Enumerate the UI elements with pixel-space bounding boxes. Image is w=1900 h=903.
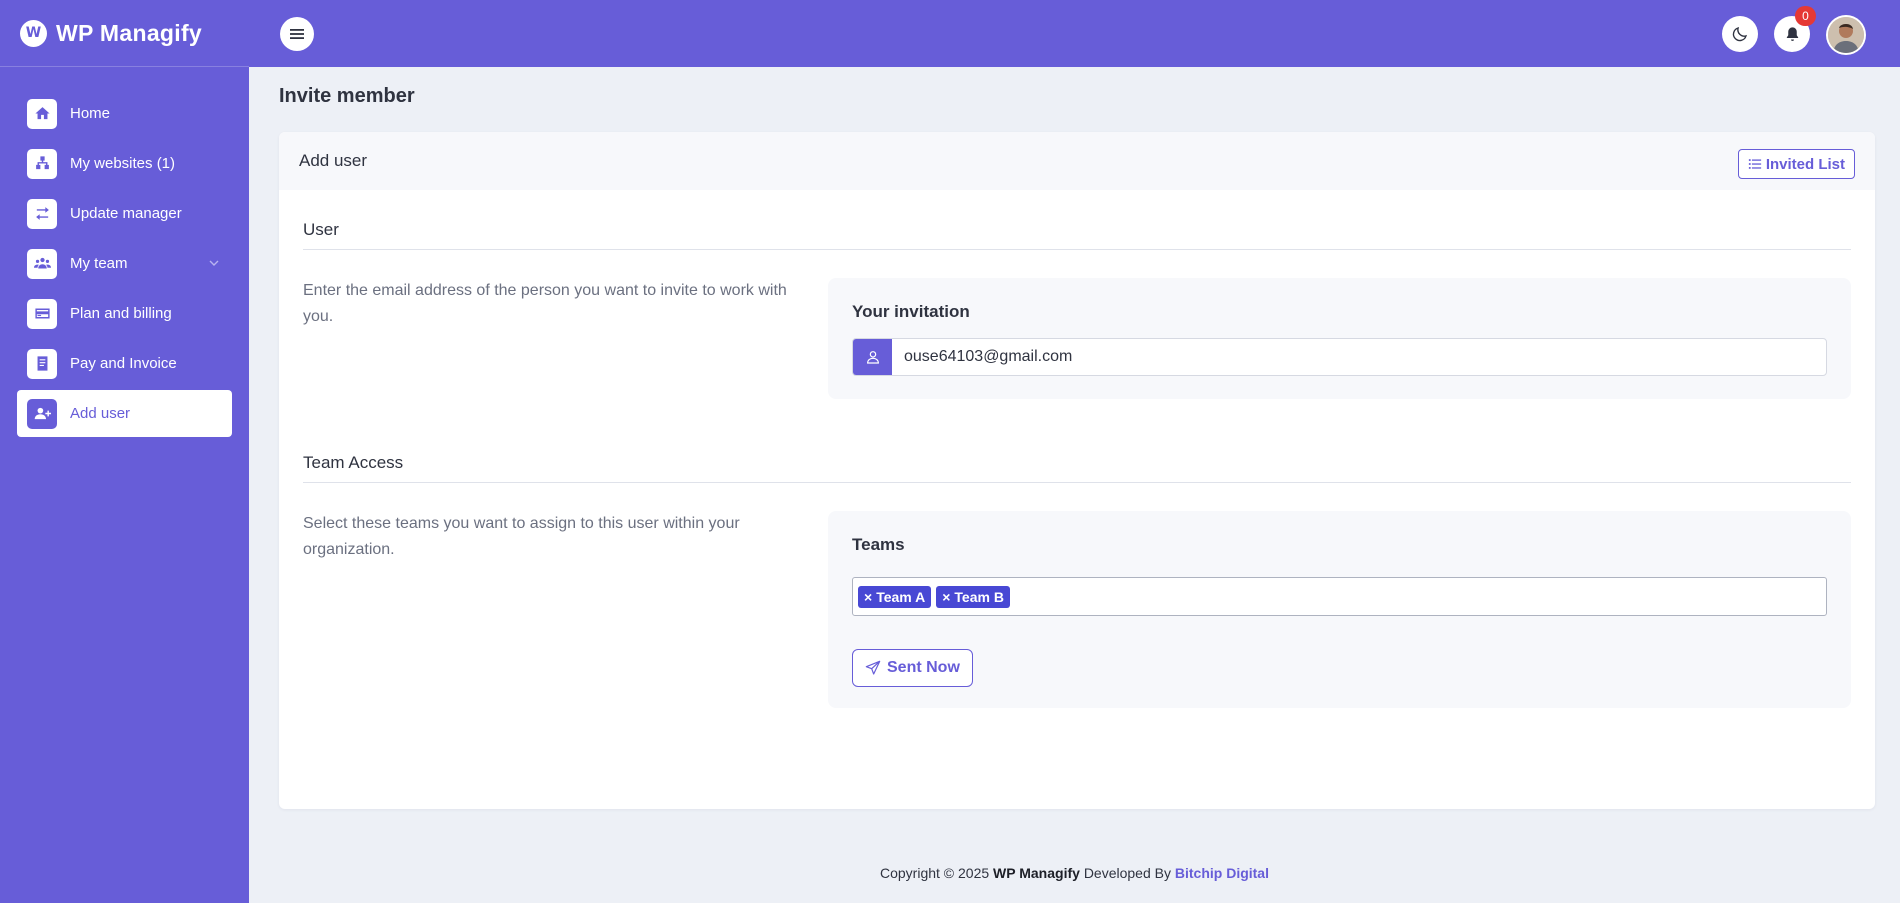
sidebar-item-my-team[interactable]: My team — [17, 240, 232, 287]
footer: Copyright © 2025 WP Managify Developed B… — [249, 865, 1900, 881]
teams-multiselect[interactable]: × Team A × Team B — [852, 577, 1827, 616]
notification-count-badge: 0 — [1795, 6, 1816, 26]
team-tag: × Team B — [936, 585, 1010, 608]
user-icon — [853, 339, 892, 375]
sidebar-item-plan-billing[interactable]: Plan and billing — [17, 290, 232, 337]
theme-toggle-button[interactable] — [1722, 16, 1758, 52]
moon-icon — [1732, 27, 1747, 42]
teams-label: Teams — [852, 535, 905, 554]
brand-name: WP Managify — [56, 19, 203, 46]
remove-tag-icon[interactable]: × — [864, 589, 872, 605]
chevron-down-icon — [209, 260, 219, 266]
sidebar-item-label: Add user — [70, 405, 131, 422]
footer-brand: WP Managify — [993, 865, 1080, 881]
sidebar-item-my-websites[interactable]: My websites (1) — [17, 140, 232, 187]
sidebar-item-label: Plan and billing — [70, 305, 172, 322]
invited-list-button[interactable]: Invited List — [1737, 149, 1855, 179]
divider — [303, 249, 1851, 250]
hamburger-icon — [290, 29, 304, 39]
brand[interactable]: W WP Managify — [0, 0, 249, 67]
send-invite-label: Sent Now — [887, 659, 960, 676]
team-section-title: Team Access — [303, 453, 404, 472]
card-header: Add user Invited List — [279, 132, 1875, 190]
arrows-exchange-icon — [27, 198, 57, 229]
users-icon — [27, 248, 57, 279]
teams-panel: Teams × Team A × Team B Sent Now — [828, 511, 1851, 708]
user-plus-icon — [27, 398, 57, 429]
user-section-title: User — [303, 220, 339, 239]
invitation-label: Your invitation — [852, 302, 970, 321]
avatar-image — [1828, 17, 1864, 53]
list-icon — [1748, 159, 1761, 169]
team-tag-label: Team A — [876, 588, 926, 605]
sidebar-item-label: My websites (1) — [70, 155, 176, 172]
sidebar: W WP Managify Home My websites (1) Updat… — [0, 0, 249, 903]
sidebar-nav: Home My websites (1) Update manager My t… — [0, 67, 249, 437]
brand-logo-icon: W — [20, 19, 47, 47]
invited-list-label: Invited List — [1765, 155, 1845, 173]
team-tag-label: Team B — [954, 588, 1004, 605]
menu-toggle-button[interactable] — [280, 17, 314, 51]
sidebar-item-label: My team — [70, 255, 128, 272]
developer-link[interactable]: Bitchip Digital — [1175, 865, 1269, 881]
send-invite-button[interactable]: Sent Now — [852, 649, 973, 687]
topbar — [249, 0, 1900, 67]
email-field[interactable] — [892, 339, 1826, 375]
paper-plane-icon — [865, 660, 881, 675]
remove-tag-icon[interactable]: × — [942, 589, 950, 605]
bell-icon — [1786, 26, 1798, 41]
credit-card-icon — [27, 298, 57, 329]
sidebar-item-home[interactable]: Home — [17, 90, 232, 137]
sidebar-item-label: Home — [70, 105, 111, 122]
user-avatar[interactable] — [1826, 15, 1866, 55]
home-icon — [27, 98, 57, 129]
footer-developed-by: Developed By — [1083, 865, 1171, 881]
sidebar-item-update-manager[interactable]: Update manager — [17, 190, 232, 237]
card-title: Add user — [299, 151, 368, 170]
sidebar-item-pay-invoice[interactable]: Pay and Invoice — [17, 340, 232, 387]
user-section-description: Enter the email address of the person yo… — [303, 282, 787, 325]
invitation-panel: Your invitation — [828, 278, 1851, 399]
add-user-card: Add user Invited List User Enter the ema… — [279, 132, 1875, 809]
receipt-icon — [27, 348, 57, 379]
team-section-description: Select these teams you want to assign to… — [303, 515, 740, 558]
footer-copyright: Copyright © 2025 — [880, 865, 990, 881]
divider — [303, 482, 1851, 483]
email-input-group — [852, 338, 1827, 376]
sidebar-item-label: Update manager — [70, 205, 182, 222]
sidebar-item-add-user[interactable]: Add user — [17, 390, 232, 437]
page-title: Invite member — [279, 85, 415, 107]
team-tag: × Team A — [858, 585, 932, 608]
sidebar-item-label: Pay and Invoice — [70, 355, 177, 372]
sitemap-icon — [27, 148, 57, 179]
